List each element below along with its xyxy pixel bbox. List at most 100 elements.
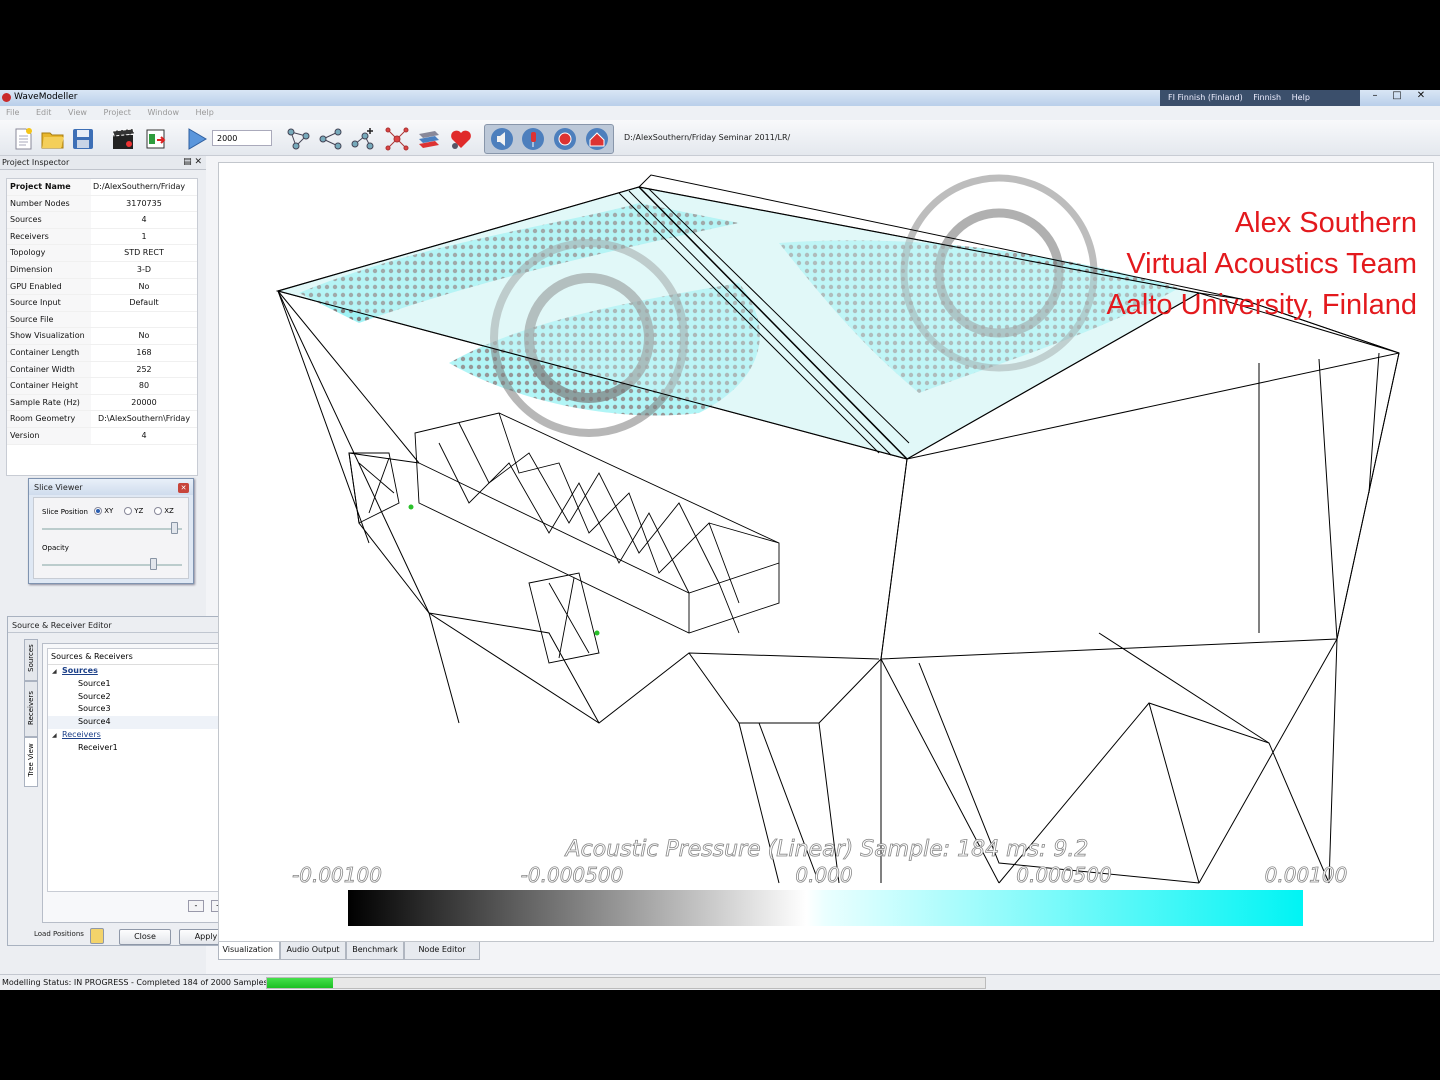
network-icon[interactable] bbox=[384, 126, 410, 152]
slice-slider-track[interactable] bbox=[42, 528, 182, 530]
remove-button[interactable]: - bbox=[188, 900, 204, 912]
property-row[interactable]: Project Name D:/AlexSouthern/Friday bbox=[7, 179, 197, 196]
property-value[interactable]: D:\AlexSouthern\Friday bbox=[91, 411, 197, 427]
property-row[interactable]: Number Nodes 3170735 bbox=[7, 195, 197, 213]
property-value[interactable]: 252 bbox=[91, 362, 197, 378]
opacity-slider-thumb[interactable] bbox=[150, 558, 157, 570]
radio-yz[interactable]: YZ bbox=[124, 507, 143, 515]
property-row[interactable]: Version 4 bbox=[7, 427, 197, 445]
tab-receivers[interactable]: Receivers bbox=[24, 681, 38, 737]
property-value[interactable]: STD RECT bbox=[91, 245, 197, 261]
clapperboard-icon[interactable] bbox=[110, 126, 136, 152]
property-row[interactable]: Receivers 1 bbox=[7, 228, 197, 246]
property-row[interactable]: Source File bbox=[7, 311, 197, 329]
expand-triangle-icon[interactable]: ◢ bbox=[52, 730, 62, 743]
property-value[interactable]: 20000 bbox=[91, 395, 197, 411]
property-row[interactable]: Room Geometry D:\AlexSouthern\Friday bbox=[7, 411, 197, 428]
property-value[interactable]: 4 bbox=[91, 428, 197, 444]
save-icon[interactable] bbox=[70, 126, 96, 152]
property-value[interactable]: D:/AlexSouthern/Friday bbox=[91, 179, 197, 195]
play-icon[interactable] bbox=[184, 126, 210, 152]
maximize-icon[interactable]: □ bbox=[1386, 90, 1408, 105]
property-row[interactable]: Container Width 252 bbox=[7, 361, 197, 379]
property-row[interactable]: Dimension 3-D bbox=[7, 261, 197, 279]
close-icon[interactable]: ✕ bbox=[1410, 90, 1432, 105]
opacity-slider-track[interactable] bbox=[42, 564, 182, 566]
expand-triangle-icon[interactable]: ◢ bbox=[52, 666, 62, 679]
tab-benchmark[interactable]: Benchmark bbox=[346, 942, 404, 960]
keyboard-layout[interactable]: Finnish bbox=[1253, 93, 1281, 102]
window-title: WaveModeller bbox=[14, 92, 78, 102]
tab-visualization[interactable]: Visualization bbox=[218, 942, 280, 960]
source-receiver-tree[interactable]: Sources & Receivers ◢ Sources Source1 Sou… bbox=[47, 648, 231, 892]
sphere-icon[interactable] bbox=[552, 126, 578, 152]
microphone-icon[interactable] bbox=[520, 126, 546, 152]
tree-item-source[interactable]: Source4 bbox=[48, 716, 230, 729]
menu-window[interactable]: Window bbox=[147, 108, 179, 117]
property-value[interactable]: 3-D bbox=[91, 262, 197, 278]
tab-node-editor[interactable]: Node Editor bbox=[404, 942, 480, 960]
colorbar-tick: 0.000 bbox=[795, 863, 852, 887]
minimize-icon[interactable]: – bbox=[1364, 90, 1386, 105]
close-icon[interactable]: ✕ bbox=[178, 483, 189, 493]
radio-xy[interactable]: XY bbox=[94, 507, 113, 515]
graph-add-icon[interactable] bbox=[350, 126, 376, 152]
property-value[interactable]: 3170735 bbox=[91, 196, 197, 212]
tree-item-source[interactable]: Source1 bbox=[48, 678, 230, 691]
help-link[interactable]: Help bbox=[1292, 93, 1310, 102]
language-code[interactable]: FI Finnish (Finland) bbox=[1168, 93, 1243, 102]
menu-file[interactable]: File bbox=[6, 108, 19, 117]
tree-group-sources[interactable]: ◢ Sources bbox=[48, 665, 230, 678]
source-marker[interactable] bbox=[408, 504, 414, 510]
house-icon[interactable] bbox=[584, 126, 610, 152]
property-value[interactable]: 168 bbox=[91, 345, 197, 361]
close-button[interactable]: Close bbox=[119, 929, 171, 945]
property-value[interactable]: 4 bbox=[91, 212, 197, 228]
property-row[interactable]: Source Input Default bbox=[7, 295, 197, 312]
tab-sources[interactable]: Sources bbox=[24, 639, 38, 681]
property-value[interactable]: 1 bbox=[91, 229, 197, 245]
samples-spinbox[interactable]: 2000 bbox=[212, 130, 272, 146]
slice-slider-thumb[interactable] bbox=[171, 522, 178, 534]
tree-group-receivers[interactable]: ◢ Receivers bbox=[48, 729, 230, 742]
tree-item-source[interactable]: Source2 bbox=[48, 691, 230, 704]
heart-node-icon[interactable] bbox=[448, 126, 474, 152]
property-value[interactable]: Default bbox=[91, 295, 197, 311]
language-bar[interactable]: FI Finnish (Finland) Finnish Help bbox=[1160, 90, 1360, 106]
tab-audio-output[interactable]: Audio Output bbox=[280, 942, 346, 960]
tab-tree-view[interactable]: Tree View bbox=[24, 737, 38, 787]
graph-nodes-icon[interactable] bbox=[286, 126, 312, 152]
property-value[interactable]: No bbox=[91, 328, 197, 344]
property-row[interactable]: Container Height 80 bbox=[7, 378, 197, 395]
speaker-icon[interactable] bbox=[489, 126, 515, 152]
property-row[interactable]: Sources 4 bbox=[7, 212, 197, 229]
export-icon[interactable] bbox=[143, 126, 169, 152]
open-folder-icon[interactable] bbox=[40, 126, 66, 152]
radio-xz-indicator[interactable] bbox=[154, 507, 162, 515]
tree-item-source[interactable]: Source3 bbox=[48, 703, 230, 716]
panel-float-close-icon[interactable]: ▤ ✕ bbox=[183, 157, 202, 167]
radio-yz-indicator[interactable] bbox=[124, 507, 132, 515]
menu-view[interactable]: View bbox=[68, 108, 87, 117]
tree-item-receiver[interactable]: Receiver1 bbox=[48, 742, 230, 755]
new-document-icon[interactable] bbox=[10, 126, 36, 152]
radio-xz[interactable]: XZ bbox=[154, 507, 174, 515]
property-row[interactable]: GPU Enabled No bbox=[7, 278, 197, 296]
radio-xy-indicator[interactable] bbox=[94, 507, 102, 515]
load-positions-folder-icon[interactable] bbox=[90, 928, 104, 944]
graph-branch-icon[interactable] bbox=[318, 126, 344, 152]
receiver-marker[interactable] bbox=[594, 630, 600, 636]
project-path-field[interactable]: D:/AlexSouthern/Friday Seminar 2011/LR/ bbox=[620, 130, 1100, 146]
layers-icon[interactable] bbox=[416, 126, 442, 152]
property-row[interactable]: Topology STD RECT bbox=[7, 245, 197, 262]
property-row[interactable]: Container Length 168 bbox=[7, 344, 197, 362]
menu-help[interactable]: Help bbox=[196, 108, 214, 117]
menu-edit[interactable]: Edit bbox=[36, 108, 52, 117]
property-value[interactable]: 80 bbox=[91, 378, 197, 394]
property-value[interactable]: No bbox=[91, 279, 197, 295]
property-row[interactable]: Sample Rate (Hz) 20000 bbox=[7, 394, 197, 412]
menu-project[interactable]: Project bbox=[104, 108, 131, 117]
property-row[interactable]: Show Visualization No bbox=[7, 328, 197, 345]
3d-viewport[interactable]: Acoustic Pressure (Linear) Sample: 184 m… bbox=[218, 162, 1434, 942]
property-value[interactable] bbox=[91, 312, 197, 328]
